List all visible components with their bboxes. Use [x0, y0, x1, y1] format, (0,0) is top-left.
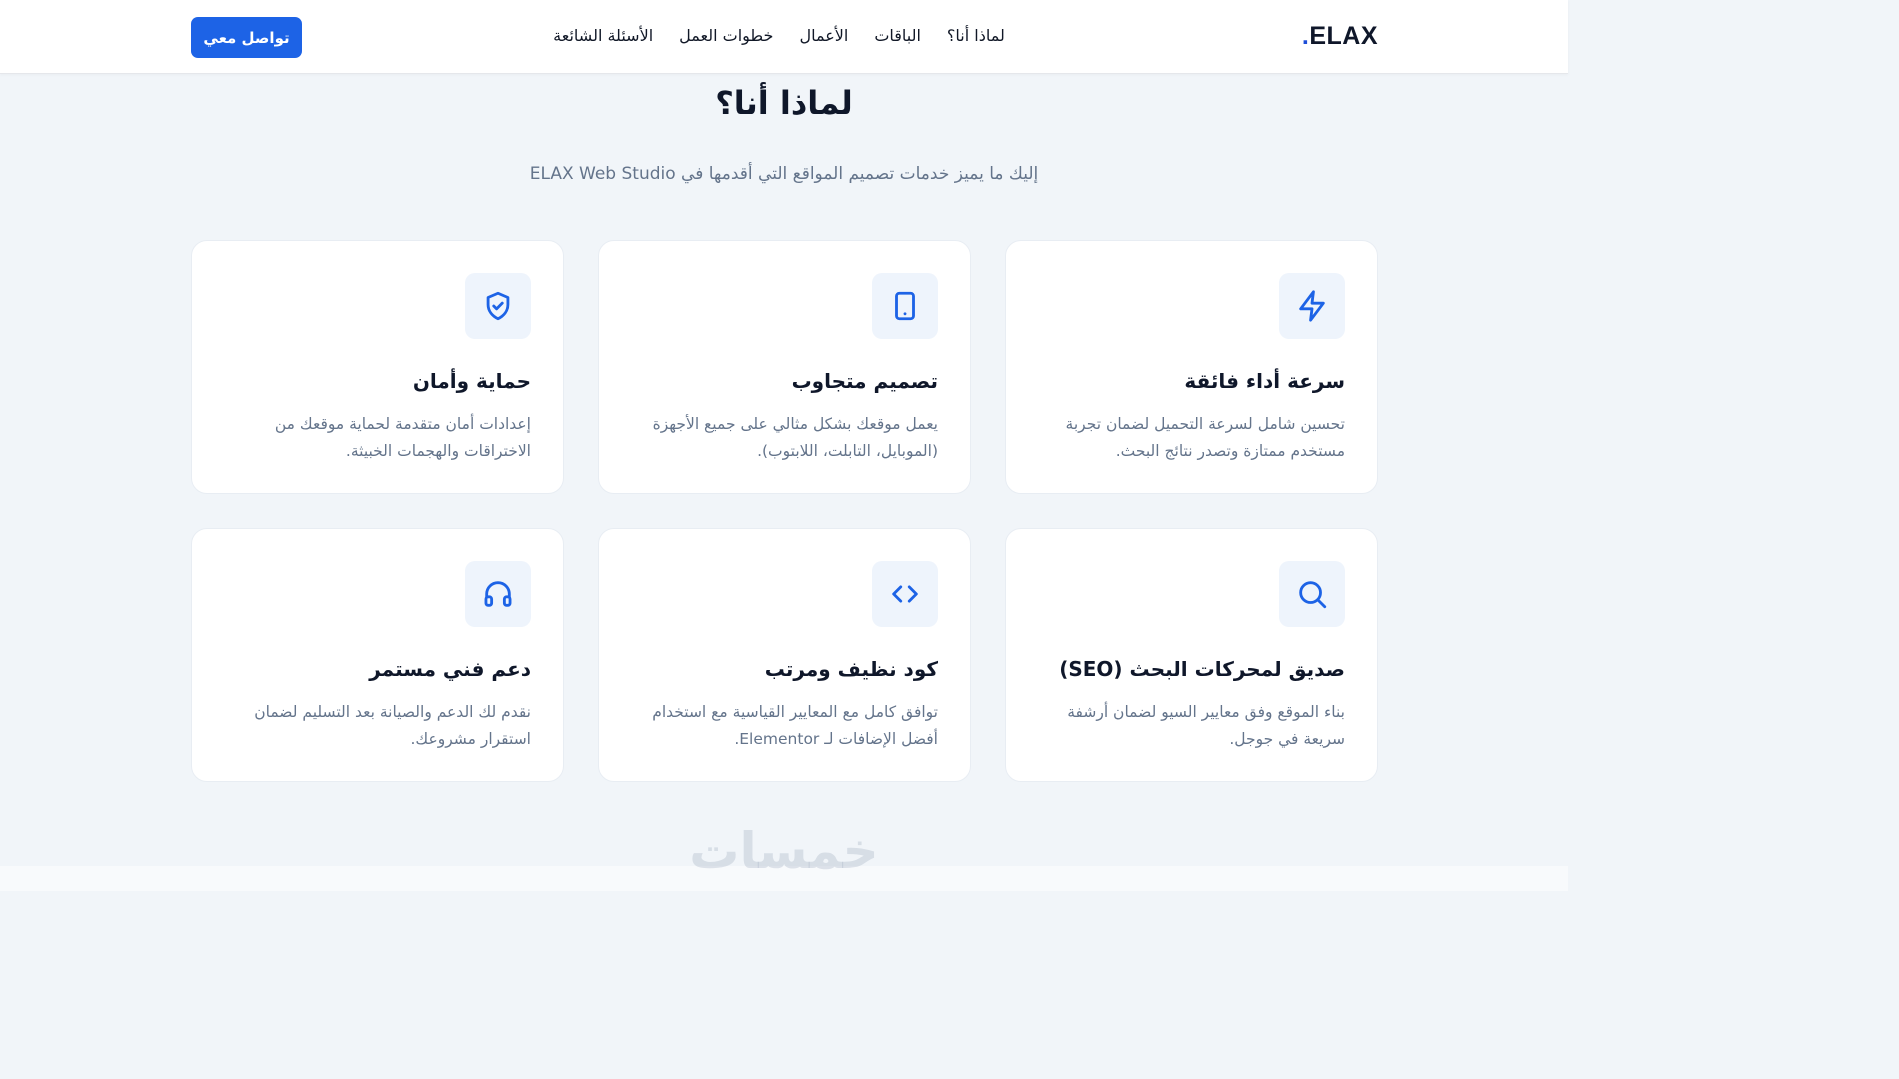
feature-title: سرعة أداء فائقة [1184, 369, 1345, 393]
headphones-icon [465, 561, 531, 627]
feature-description: نقدم لك الدعم والصيانة بعد التسليم لضمان… [254, 703, 531, 748]
top-navbar: .ELAX لماذا أنا؟ الباقات الأعمال خطوات ا… [0, 0, 1568, 74]
zap-icon [1279, 273, 1345, 339]
feature-description: توافق كامل مع المعايير القياسية مع استخد… [652, 703, 938, 748]
feature-description: إعدادات أمان متقدمة لحماية موقعك من الاخ… [274, 415, 531, 460]
feature-title: حماية وأمان [412, 369, 531, 393]
feature-card-seo: صديق لمحركات البحث (SEO) بناء الموقع وفق… [1005, 528, 1378, 782]
section-subtitle: إليك ما يميز خدمات تصميم المواقع التي أق… [529, 164, 1039, 184]
section-title: لماذا أنا؟ [715, 84, 853, 122]
shield-check-icon [465, 273, 531, 339]
nav-link-works[interactable]: الأعمال [799, 26, 848, 45]
feature-card-clean-code: كود نظيف ومرتب توافق كامل مع المعايير ال… [598, 528, 971, 782]
watermark: خمسات [689, 822, 879, 880]
nav-link-work-steps[interactable]: خطوات العمل [679, 26, 773, 45]
feature-title: صديق لمحركات البحث (SEO) [1059, 657, 1345, 681]
feature-title: دعم فني مستمر [369, 657, 531, 681]
feature-card-responsive: تصميم متجاوب يعمل موقعك بشكل مثالي على ج… [598, 240, 971, 494]
feature-description: تحسين شامل لسرعة التحميل لضمان تجربة مست… [1065, 415, 1345, 460]
feature-description: بناء الموقع وفق معايير السيو لضمان أرشفة… [1067, 703, 1345, 748]
feature-card-support: دعم فني مستمر نقدم لك الدعم والصيانة بعد… [191, 528, 564, 782]
feature-card-speed: سرعة أداء فائقة تحسين شامل لسرعة التحميل… [1005, 240, 1378, 494]
nav-link-packages[interactable]: الباقات [874, 26, 921, 45]
code-icon [872, 561, 938, 627]
feature-title: تصميم متجاوب [791, 369, 938, 393]
feature-card-security: حماية وأمان إعدادات أمان متقدمة لحماية م… [191, 240, 564, 494]
nav-link-faq[interactable]: الأسئلة الشائعة [553, 26, 653, 45]
contact-button[interactable]: تواصل معي [191, 17, 302, 58]
nav-link-why-me[interactable]: لماذا أنا؟ [947, 26, 1005, 45]
feature-title: كود نظيف ومرتب [764, 657, 938, 681]
feature-description: يعمل موقعك بشكل مثالي على جميع الأجهزة (… [652, 415, 938, 460]
tablet-icon [872, 273, 938, 339]
search-icon [1279, 561, 1345, 627]
